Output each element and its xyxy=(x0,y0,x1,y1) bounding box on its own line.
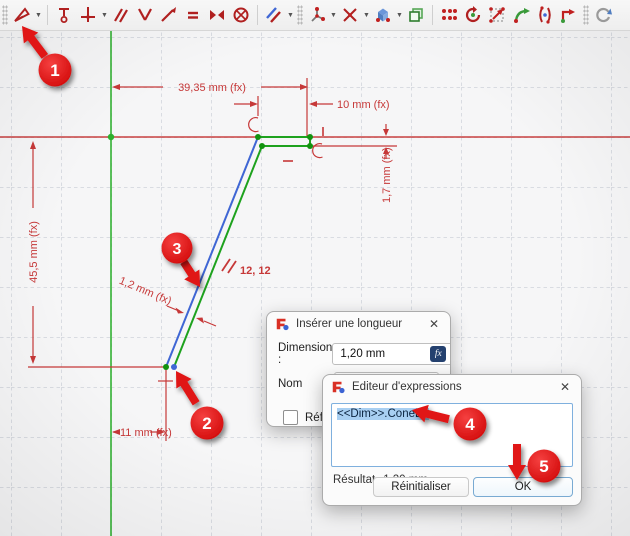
scale-transform-icon[interactable] xyxy=(485,2,509,28)
dimension-label: Dimension : xyxy=(278,342,332,366)
expression-editor-titlebar[interactable]: Éditeur d'expressions ✕ xyxy=(323,375,581,399)
constrain-dimension-icon[interactable] xyxy=(10,2,34,28)
horizontal-vertical-dropdown-icon[interactable]: ▼ xyxy=(100,2,109,28)
toggle-construction-icon[interactable] xyxy=(262,2,286,28)
constrain-block-icon[interactable] xyxy=(229,2,253,28)
offset-geometry-icon[interactable] xyxy=(509,2,533,28)
dialog-title: Insérer une longueur xyxy=(296,318,419,330)
toolbar-separator xyxy=(47,5,48,25)
origin-point[interactable] xyxy=(108,134,114,140)
dimension-value: 1,20 mm xyxy=(340,348,430,360)
dimension-label-edge-thickness[interactable]: 1,7 mm (fx) xyxy=(381,147,393,203)
coincident-tools-icon[interactable] xyxy=(305,2,329,28)
expression-fx-button[interactable]: fx xyxy=(430,346,446,362)
parallel-constraint-label[interactable]: 12, 12 xyxy=(240,265,271,277)
insert-length-titlebar[interactable]: Insérer une longueur ✕ xyxy=(267,312,450,336)
trim-edge-icon[interactable] xyxy=(338,2,362,28)
external-dropdown-icon[interactable]: ▼ xyxy=(395,2,404,28)
sketcher-toolbar: ▼ ▼ ▼ ▼ ▼ ▼ xyxy=(0,0,630,31)
result-label: Résultat xyxy=(333,474,375,486)
toolbar-grip[interactable] xyxy=(297,5,303,25)
constrain-distance-vertical-icon[interactable] xyxy=(52,2,76,28)
refresh-icon[interactable] xyxy=(591,2,615,28)
close-icon[interactable]: ✕ xyxy=(426,316,442,332)
carbon-copy-icon[interactable] xyxy=(404,2,428,28)
freecad-logo-icon xyxy=(275,317,289,331)
symmetry-icon[interactable] xyxy=(533,2,557,28)
dimension-label-right-offset[interactable]: 10 mm (fx) xyxy=(337,99,390,111)
expression-text: <<Dim>>.ConeEp xyxy=(337,408,429,420)
constrain-parallel-icon[interactable] xyxy=(109,2,133,28)
dimension-dropdown-icon[interactable]: ▼ xyxy=(34,2,43,28)
constrain-tangent-icon[interactable] xyxy=(157,2,181,28)
trim-dropdown-icon[interactable]: ▼ xyxy=(362,2,371,28)
coincident-dropdown-icon[interactable]: ▼ xyxy=(329,2,338,28)
dimension-label-bottom-offset[interactable]: 11 mm (fx) xyxy=(120,427,172,439)
dimension-row: Dimension : 1,20 mm fx ▲ ▼ xyxy=(278,342,439,366)
constrain-angle-icon[interactable] xyxy=(133,2,157,28)
constrain-equal-icon[interactable] xyxy=(181,2,205,28)
toolbar-grip[interactable] xyxy=(583,5,589,25)
toolbar-separator xyxy=(257,5,258,25)
close-icon[interactable]: ✕ xyxy=(557,379,573,395)
polar-transform-icon[interactable] xyxy=(461,2,485,28)
move-polyline-icon[interactable] xyxy=(557,2,581,28)
reference-checkbox[interactable] xyxy=(283,410,298,425)
external-geometry-icon[interactable] xyxy=(371,2,395,28)
construction-dropdown-icon[interactable]: ▼ xyxy=(286,2,295,28)
expression-input[interactable]: <<Dim>>.ConeEp xyxy=(331,403,573,467)
toolbar-grip[interactable] xyxy=(2,5,8,25)
construction-point[interactable] xyxy=(171,364,177,370)
expression-editor-dialog: Éditeur d'expressions ✕ <<Dim>>.ConeEp R… xyxy=(322,374,582,506)
dimension-input[interactable]: 1,20 mm fx xyxy=(332,343,451,365)
toolbar-separator xyxy=(432,5,433,25)
constrain-symmetric-icon[interactable] xyxy=(205,2,229,28)
rectangular-array-icon[interactable] xyxy=(437,2,461,28)
dialog-title: Éditeur d'expressions xyxy=(352,381,550,393)
constrain-horizontal-vertical-icon[interactable] xyxy=(76,2,100,28)
dimension-label-left-height[interactable]: 45,5 mm (fx) xyxy=(28,221,40,283)
freecad-logo-icon xyxy=(331,380,345,394)
reset-button[interactable]: Réinitialiser xyxy=(373,477,469,497)
dimension-label-top-width[interactable]: 39,35 mm (fx) xyxy=(178,82,246,94)
ok-button[interactable]: OK xyxy=(473,477,573,497)
